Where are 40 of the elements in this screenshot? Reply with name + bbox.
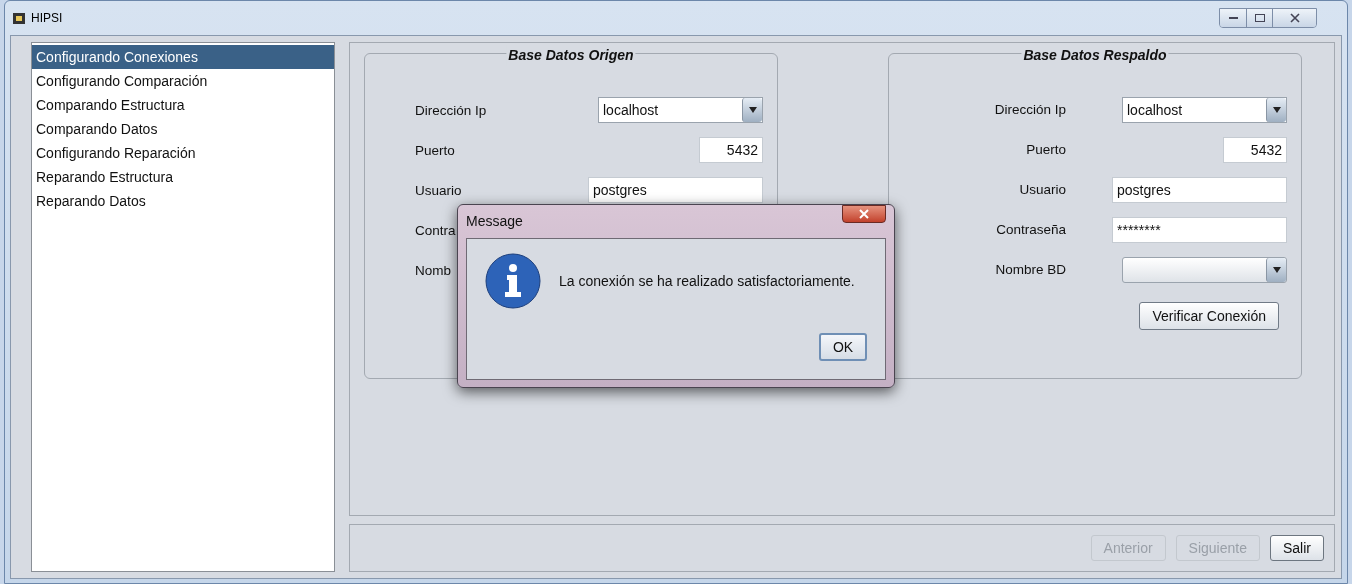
dropdown-arrow-icon	[1272, 107, 1281, 113]
ok-button[interactable]: OK	[819, 333, 867, 361]
window-title: HIPSI	[31, 10, 63, 27]
dropdown-arrow-icon	[748, 107, 757, 113]
field-label: Usuario	[415, 183, 462, 198]
dialog-title: Message	[466, 212, 523, 231]
info-icon	[485, 253, 541, 309]
field-label: Nombre BD	[995, 260, 1066, 279]
field-label: Usuario	[1019, 180, 1066, 199]
dialog-message: La conexión se ha realizado satisfactoriamente.	[559, 271, 855, 291]
app-icon	[11, 10, 27, 26]
field-label: Dirección Ip	[415, 103, 487, 118]
dropdown[interactable]: localhost	[1122, 97, 1287, 123]
sidebar-item[interactable]: Reparando Datos	[32, 189, 334, 213]
input-field[interactable]: ********	[1112, 217, 1287, 243]
dropdown[interactable]: localhost	[598, 97, 763, 123]
field-label: Puerto	[415, 143, 455, 158]
input-field[interactable]: postgres	[1112, 177, 1287, 203]
verify-connection-button[interactable]: Verificar Conexión	[1139, 302, 1279, 330]
maximize-button[interactable]	[1246, 9, 1272, 27]
close-icon	[859, 209, 869, 219]
field-label: Nomb	[415, 263, 451, 278]
dropdown-arrow-icon	[1272, 267, 1281, 273]
field-label: Dirección Ip	[994, 100, 1066, 119]
field-label: Contraseña	[996, 220, 1066, 239]
input-field[interactable]: 5432	[1223, 137, 1287, 163]
sidebar-item[interactable]: Comparando Estructura	[32, 93, 334, 117]
close-button[interactable]	[842, 205, 886, 223]
field-label: Puerto	[1026, 140, 1066, 159]
input-field[interactable]: postgres	[588, 177, 763, 203]
close-icon	[1289, 13, 1300, 23]
sidebar-item[interactable]: Configurando Comparación	[32, 69, 334, 93]
sidebar-item[interactable]: Comparando Datos	[32, 117, 334, 141]
sidebar-item[interactable]: Configurando Reparación	[32, 141, 334, 165]
minimize-button[interactable]	[1220, 9, 1246, 27]
sidebar-item[interactable]: Configurando Conexiones	[32, 45, 334, 69]
input-field[interactable]: 5432	[699, 137, 763, 163]
field-label: Contra	[415, 223, 456, 238]
footer-button[interactable]: Salir	[1270, 535, 1324, 561]
sidebar-item[interactable]: Reparando Estructura	[32, 165, 334, 189]
